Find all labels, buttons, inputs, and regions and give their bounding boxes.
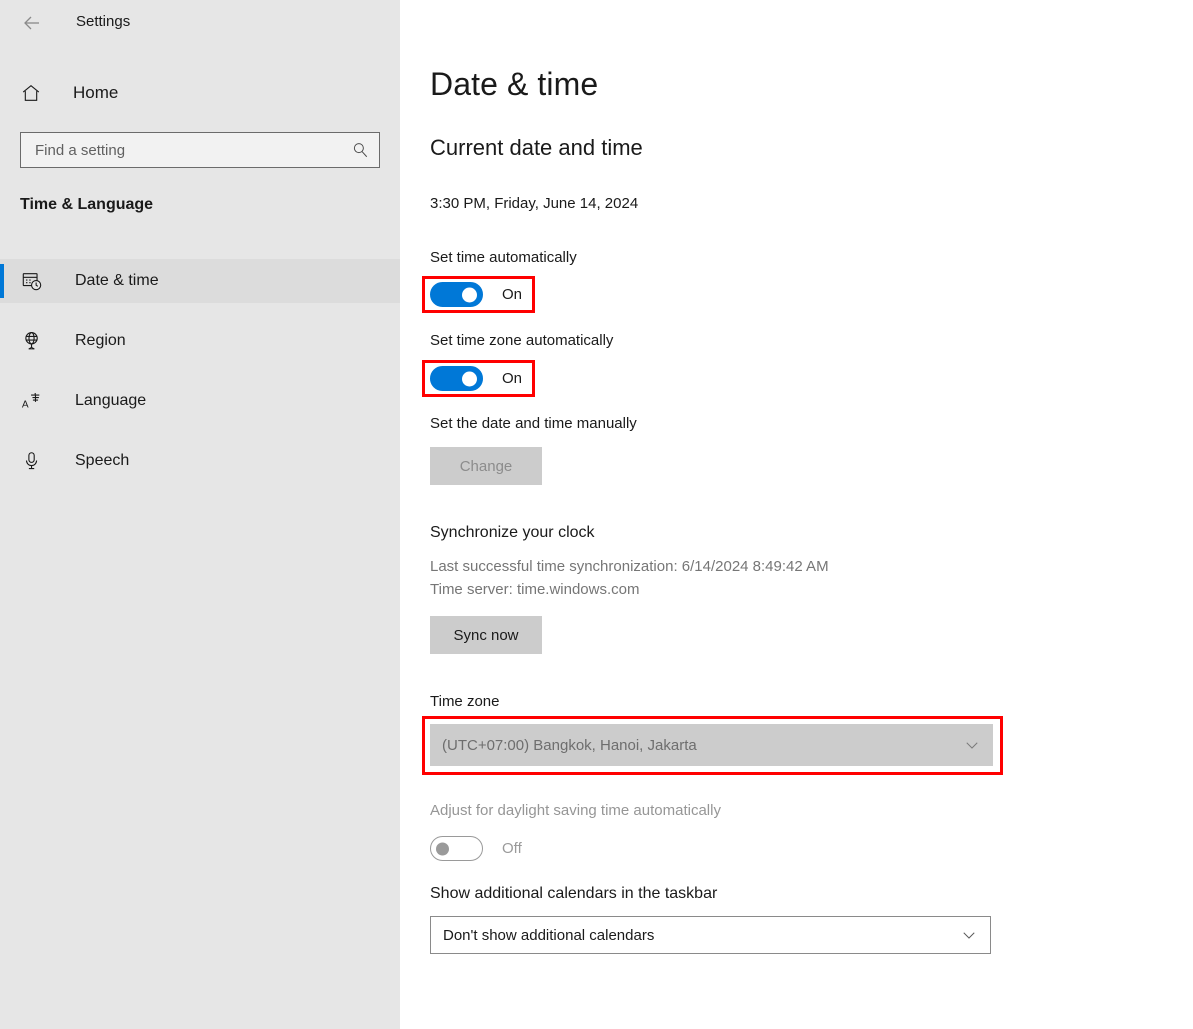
sync-now-button[interactable]: Sync now [430, 616, 542, 654]
toggle-switch[interactable] [430, 836, 483, 861]
additional-calendars-label: Show additional calendars in the taskbar [430, 885, 718, 902]
sidebar-item-speech-label: Speech [75, 452, 130, 469]
search-input[interactable] [33, 135, 333, 165]
synchronize-clock-heading: Synchronize your clock [430, 524, 595, 541]
daylight-saving-toggle[interactable]: Off [430, 836, 522, 861]
sidebar-item-date-and-time[interactable]: Date & time [0, 259, 400, 303]
daylight-saving-label: Adjust for daylight saving time automati… [430, 802, 721, 819]
set-date-time-manually-label: Set the date and time manually [430, 415, 637, 432]
search-box[interactable] [20, 132, 380, 168]
sidebar-item-region-label: Region [75, 332, 126, 349]
svg-text:A: A [22, 399, 29, 410]
sidebar-category-title: Time & Language [20, 196, 154, 213]
set-time-automatically-state: On [502, 286, 523, 303]
current-date-time-value: 3:30 PM, Friday, June 14, 2024 [430, 195, 639, 212]
set-time-zone-automatically-label: Set time zone automatically [430, 332, 614, 349]
time-zone-selected-value: (UTC+07:00) Bangkok, Hanoi, Jakarta [442, 736, 697, 754]
time-zone-dropdown[interactable]: (UTC+07:00) Bangkok, Hanoi, Jakarta [430, 724, 993, 766]
page-title: Date & time [430, 66, 599, 102]
set-time-zone-automatically-state: On [502, 370, 523, 387]
globe-icon [21, 330, 43, 352]
toggle-knob [462, 371, 477, 386]
sidebar-item-home[interactable]: Home [0, 74, 400, 112]
current-date-time-heading: Current date and time [430, 135, 643, 160]
microphone-icon [21, 450, 43, 472]
set-time-automatically-toggle[interactable]: On [430, 282, 522, 307]
back-arrow-icon[interactable] [20, 11, 44, 35]
search-icon[interactable] [351, 141, 369, 159]
additional-calendars-dropdown[interactable]: Don't show additional calendars [430, 916, 991, 954]
sidebar-item-home-label: Home [73, 83, 119, 102]
sidebar-item-speech[interactable]: Speech [0, 439, 400, 483]
sidebar-item-region[interactable]: Region [0, 319, 400, 363]
additional-calendars-selected-value: Don't show additional calendars [443, 926, 655, 944]
sidebar-item-date-and-time-label: Date & time [75, 272, 159, 289]
sidebar-item-language-label: Language [75, 392, 147, 409]
toggle-switch[interactable] [430, 366, 483, 391]
toggle-knob [462, 287, 477, 302]
main-content: Date & time Current date and time 3:30 P… [400, 0, 1193, 1029]
window-title: Settings [76, 13, 131, 30]
selection-indicator [0, 264, 4, 298]
change-button[interactable]: Change [430, 447, 542, 485]
home-icon [20, 82, 42, 104]
sidebar: Settings Home Time & Language [0, 0, 400, 1029]
title-bar: Settings [0, 0, 400, 46]
chevron-down-icon [963, 736, 981, 754]
calendar-clock-icon [21, 270, 43, 292]
settings-window: Settings Home Time & Language [0, 0, 1193, 1029]
toggle-switch[interactable] [430, 282, 483, 307]
language-icon: A [21, 390, 43, 412]
set-time-zone-automatically-toggle[interactable]: On [430, 366, 522, 391]
sidebar-item-language[interactable]: A Language [0, 379, 400, 423]
time-server-text: Time server: time.windows.com [430, 581, 640, 598]
daylight-saving-state: Off [502, 840, 522, 857]
toggle-knob [436, 842, 449, 855]
last-sync-text: Last successful time synchronization: 6/… [430, 558, 829, 575]
set-time-automatically-label: Set time automatically [430, 249, 577, 266]
chevron-down-icon [960, 926, 978, 944]
time-zone-label: Time zone [430, 693, 500, 710]
